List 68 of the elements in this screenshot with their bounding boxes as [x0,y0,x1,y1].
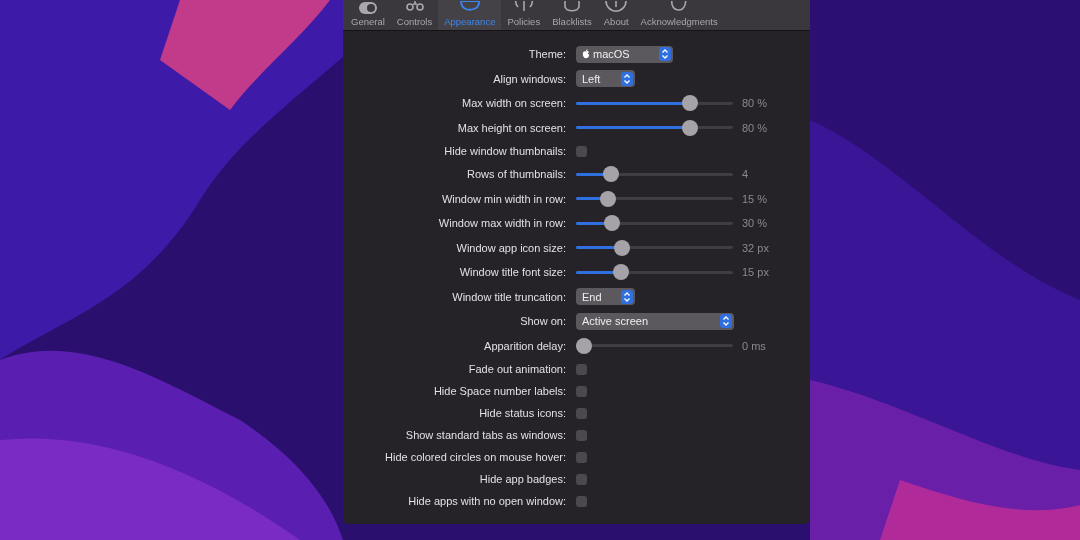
slider-value: 0 ms [742,339,766,352]
slider[interactable] [576,95,733,112]
slider-value: 15 % [742,192,768,205]
slider-thumb[interactable] [604,215,621,232]
setting-label: Show on: [519,315,566,328]
setting-label: Hide Space number labels: [432,385,566,397]
setting-label: Max width on screen: [461,97,566,110]
tab[interactable]: Acknowledgments [634,0,724,30]
slider-value: 30 % [742,217,768,230]
tab[interactable]: General [345,0,391,30]
tab[interactable]: Blacklists [546,0,598,30]
popup-button[interactable]: Active screen [576,312,734,330]
slider[interactable] [576,264,733,281]
slider-value: 32 px [742,241,769,254]
setting-label: Show standard tabs as windows: [404,429,566,441]
slider-value: 4 [742,168,749,181]
slider-value: 80 % [742,121,768,134]
popup-button[interactable]: macOS [576,45,673,63]
slider[interactable] [576,337,733,354]
slider-thumb[interactable] [681,119,698,136]
setting-label: Window max width in row: [437,217,566,230]
popup-button[interactable]: Left [576,70,635,88]
setting-label: Window min width in row: [440,192,566,205]
setting-label: Theme: [527,48,566,61]
chevron-updown-icon [720,314,732,329]
slider-thumb[interactable] [612,264,629,281]
slider-thumb[interactable] [576,337,592,354]
setting-label: Hide window thumbnails: [443,145,566,157]
checkbox[interactable] [576,429,587,441]
tab[interactable]: Appearance [438,0,502,30]
slider[interactable] [576,239,733,256]
slider[interactable] [576,166,733,183]
setting-label: Max height on screen: [456,121,566,134]
setting-label: Hide status icons: [478,407,566,419]
slider-thumb[interactable] [681,95,698,112]
slider-value: 80 % [742,97,768,110]
checkbox[interactable] [576,145,587,157]
checkbox[interactable] [576,495,587,507]
checkbox[interactable] [576,451,587,463]
setting-label: Window title truncation: [451,290,566,303]
setting-label: Window title font size: [458,266,566,279]
checkbox[interactable] [576,363,587,375]
setting-label: Hide colored circles on mouse hover: [384,451,566,463]
setting-label: Hide apps with no open window: [407,495,566,507]
slider-value: 15 px [742,266,769,279]
slider[interactable] [576,215,733,232]
slider-thumb[interactable] [614,239,631,256]
tab[interactable]: Policies [501,0,547,30]
setting-label: Rows of thumbnails: [465,168,566,181]
chevron-updown-icon [659,47,671,62]
setting-label: Window app icon size: [455,241,566,254]
chevron-updown-icon [621,289,633,304]
setting-label: Fade out animation: [467,363,566,375]
setting-label: Hide app badges: [478,473,566,485]
slider-thumb[interactable] [599,190,616,207]
tab[interactable]: About [597,0,635,30]
checkbox[interactable] [576,385,587,397]
checkbox[interactable] [576,407,587,419]
apple-icon [582,49,590,60]
popup-button[interactable]: End [576,288,635,306]
slider[interactable] [576,119,733,136]
slider-thumb[interactable] [602,166,619,183]
setting-label: Apparition delay: [483,339,566,352]
chevron-updown-icon [621,71,633,86]
tab[interactable]: Controls [390,0,439,30]
checkbox[interactable] [576,473,587,485]
setting-label: Align windows: [492,72,566,85]
slider[interactable] [576,190,733,207]
